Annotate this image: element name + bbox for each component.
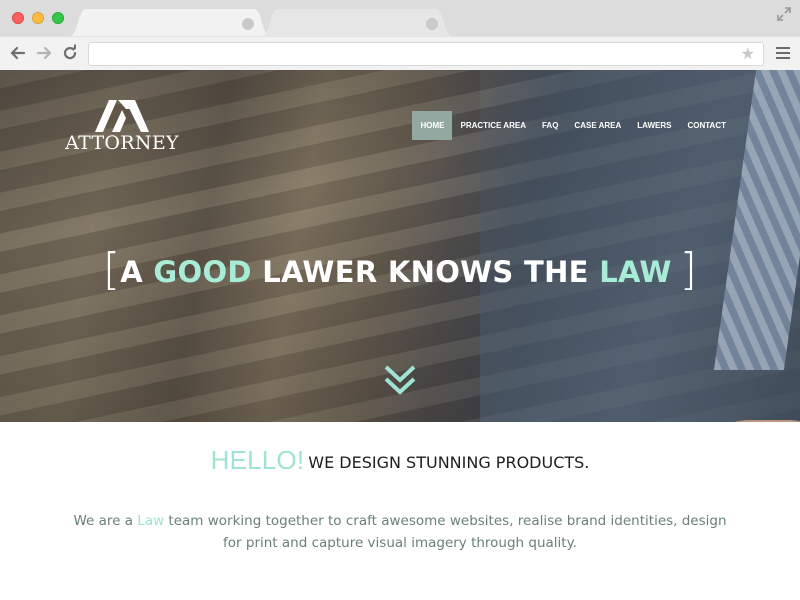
intro-tagline: WE DESIGN STUNNING PRODUCTS. bbox=[308, 453, 590, 472]
back-arrow-icon[interactable] bbox=[8, 43, 28, 63]
intro-hello: HELLO! bbox=[210, 445, 305, 475]
close-window-button[interactable] bbox=[12, 12, 24, 24]
browser-chrome: ★ bbox=[0, 0, 800, 70]
menu-icon[interactable] bbox=[776, 47, 790, 59]
headline-accent-good: GOOD bbox=[153, 255, 252, 289]
headline-accent-law: LAW bbox=[599, 255, 672, 289]
logo-text: ATTORNEY bbox=[65, 132, 179, 154]
intro-heading: HELLO! WE DESIGN STUNNING PRODUCTS. bbox=[0, 445, 800, 476]
nav-item-faq[interactable]: FAQ bbox=[534, 111, 566, 140]
intro-text-after: team working together to craft awesome w… bbox=[164, 513, 727, 551]
scroll-down-chevron-icon[interactable] bbox=[383, 364, 417, 396]
address-bar[interactable]: ★ bbox=[88, 42, 764, 66]
hero-section: ATTORNEY HOME PRACTICE AREA FAQ CASE ARE… bbox=[0, 70, 800, 422]
intro-text-before: We are a bbox=[73, 513, 138, 529]
tab-strip bbox=[0, 0, 800, 36]
nav-item-home[interactable]: HOME bbox=[412, 111, 453, 140]
bracket-open: [ bbox=[102, 244, 121, 295]
logo-mark-icon bbox=[95, 100, 149, 132]
nav-item-practice-area[interactable]: PRACTICE AREA bbox=[452, 111, 533, 140]
forward-arrow-icon[interactable] bbox=[34, 43, 54, 63]
tab-shape bbox=[70, 9, 270, 36]
site-logo[interactable]: ATTORNEY bbox=[63, 100, 181, 156]
reload-icon[interactable] bbox=[60, 43, 80, 63]
maximize-window-button[interactable] bbox=[52, 12, 64, 24]
nav-item-lawers[interactable]: LAWERS bbox=[629, 111, 679, 140]
bracket-close: ] bbox=[679, 244, 698, 295]
intro-text-accent[interactable]: Law bbox=[137, 513, 164, 529]
hero-headline: [A GOOD LAWER KNOWS THE LAW] bbox=[0, 244, 800, 295]
minimize-window-button[interactable] bbox=[32, 12, 44, 24]
headline-part-2: LAWER KNOWS THE bbox=[251, 255, 600, 289]
nav-item-case-area[interactable]: CASE AREA bbox=[566, 111, 629, 140]
intro-paragraph: We are a Law team working together to cr… bbox=[70, 510, 730, 554]
tab-close-icon[interactable] bbox=[242, 18, 254, 30]
expand-icon[interactable] bbox=[776, 6, 792, 22]
star-icon[interactable]: ★ bbox=[741, 46, 755, 62]
headline-part-1: A bbox=[120, 255, 154, 289]
tab-shape bbox=[262, 9, 452, 36]
main-nav: HOME PRACTICE AREA FAQ CASE AREA LAWERS … bbox=[412, 111, 734, 140]
nav-item-contact[interactable]: CONTACT bbox=[679, 111, 734, 140]
browser-tab-active[interactable] bbox=[70, 9, 270, 36]
tab-close-icon[interactable] bbox=[426, 18, 438, 30]
browser-tab-inactive[interactable] bbox=[262, 9, 452, 36]
browser-toolbar: ★ bbox=[0, 36, 800, 70]
